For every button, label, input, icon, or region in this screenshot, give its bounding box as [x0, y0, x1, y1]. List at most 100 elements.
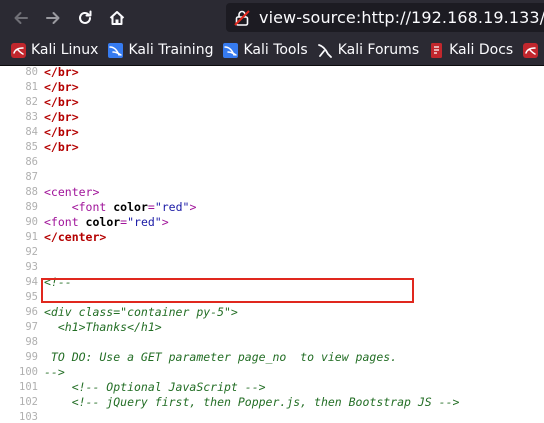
bookmark-kali-forums[interactable]: Kali Forums — [317, 42, 420, 58]
home-button[interactable] — [104, 5, 130, 31]
line-number: 94 — [25, 276, 38, 288]
line-number: 101 — [19, 381, 38, 393]
line-number: 98 — [25, 336, 38, 348]
code-token: </br> — [44, 140, 79, 154]
page-source-view[interactable]: 80 </br> 81 </br> 82 </br> 83 </br> 84 </br> 85 </b… — [0, 66, 544, 423]
forward-button[interactable] — [40, 5, 66, 31]
line-code: <font color="red"> — [44, 215, 169, 230]
line-code: <h1>Thanks</h1> — [44, 320, 162, 335]
bookmark-label: Kali Forums — [337, 42, 420, 58]
code-token: </br> — [44, 95, 79, 109]
line-number: 84 — [25, 126, 38, 138]
code-token: <h1>Thanks</h1> — [44, 320, 162, 334]
bookmark-kali-linux[interactable]: Kali Linux — [11, 42, 98, 58]
source-line: 85 </br> — [0, 140, 544, 155]
code-token: --> — [44, 365, 65, 379]
source-line: 98 — [0, 335, 544, 350]
line-code: <div class="container py-5"> — [44, 305, 238, 320]
line-number: 93 — [25, 261, 38, 273]
code-token: </br> — [44, 110, 79, 124]
source-line: 86 — [0, 155, 544, 170]
bookmark-label: Kali Linux — [31, 42, 99, 58]
code-token: <!-- jQuery first, then Popper.js, then … — [44, 395, 460, 409]
bookmark-kali-training[interactable]: Kali Training — [108, 42, 213, 58]
insecure-lock-icon — [234, 9, 250, 26]
source-line: 101 <!-- Optional JavaScript --> — [0, 380, 544, 395]
highlight-box — [41, 278, 414, 303]
reload-button[interactable] — [72, 5, 98, 31]
code-token: TO DO: Use a GET parameter page_no to vi… — [44, 350, 398, 364]
line-code: </br> — [44, 110, 79, 125]
source-line: 80 </br> — [0, 66, 544, 80]
source-line: 89 <font color="red"> — [0, 200, 544, 215]
source-line: 83 </br> — [0, 110, 544, 125]
line-code: </br> — [44, 80, 79, 95]
kali-training-icon — [108, 42, 124, 58]
code-token: "red" — [154, 200, 190, 214]
line-number: 102 — [19, 396, 38, 408]
reload-icon — [79, 10, 92, 24]
line-number: 97 — [25, 321, 38, 333]
source-line: 103 — [0, 410, 544, 423]
code-token: > — [189, 200, 197, 214]
code-token: <font — [71, 200, 114, 214]
kali-icon — [523, 42, 539, 58]
navigation-toolbar: view-source:http://192.168.19.133/ — [0, 0, 544, 35]
code-token: </br> — [44, 125, 79, 139]
line-number: 86 — [25, 156, 38, 168]
source-line: 99 TO DO: Use a GET parameter page_no to… — [0, 350, 544, 365]
bookmark-label: Kali Training — [128, 42, 214, 58]
address-bar[interactable]: view-source:http://192.168.19.133/ — [226, 3, 544, 32]
line-number: 91 — [25, 231, 38, 243]
source-line: 97 <h1>Thanks</h1> — [0, 320, 544, 335]
back-button[interactable] — [8, 5, 34, 31]
line-code: <font color="red"> — [44, 200, 197, 215]
back-arrow-icon — [14, 11, 28, 24]
source-line: 81 </br> — [0, 80, 544, 95]
source-line: 100 --> — [0, 365, 544, 380]
code-token: </br> — [44, 80, 79, 94]
code-token: "red" — [127, 215, 162, 229]
code-token: color — [113, 200, 148, 214]
source-line: 90 <font color="red"> — [0, 215, 544, 230]
bookmark-label: Kali Tools — [243, 42, 308, 58]
line-number: 103 — [19, 411, 38, 423]
line-number: 96 — [25, 306, 38, 318]
line-code: </br> — [44, 66, 79, 80]
line-code: <center> — [44, 185, 99, 200]
line-number: 99 — [25, 351, 38, 363]
source-line: 82 </br> — [0, 95, 544, 110]
line-code: </center> — [44, 230, 106, 245]
bookmark-kali-tools[interactable]: Kali Tools — [223, 42, 308, 58]
line-code: </br> — [44, 140, 79, 155]
line-number: 100 — [19, 366, 38, 378]
line-number: 89 — [25, 201, 38, 213]
code-token: <!-- Optional JavaScript --> — [44, 380, 266, 394]
line-number: 87 — [25, 171, 38, 183]
code-token: </br> — [44, 66, 79, 79]
line-number: 88 — [25, 186, 38, 198]
line-code: <!-- jQuery first, then Popper.js, then … — [44, 395, 460, 410]
line-number: 85 — [25, 141, 38, 153]
line-code: </br> — [44, 125, 79, 140]
bookmark-kali-docs[interactable]: Kali Docs — [429, 42, 513, 58]
bookmark-label: Kali Docs — [449, 42, 514, 58]
source-line: 102 <!-- jQuery first, then Popper.js, t… — [0, 395, 544, 410]
home-icon — [109, 10, 125, 25]
code-token: > — [161, 215, 169, 229]
line-code: <!-- Optional JavaScript --> — [44, 380, 266, 395]
bookmark-more[interactable]: N — [523, 42, 544, 58]
source-line: 84 </br> — [0, 125, 544, 140]
source-line: 92 — [0, 245, 544, 260]
source-line: 87 — [0, 170, 544, 185]
line-code: --> — [44, 365, 65, 380]
line-number: 90 — [25, 216, 38, 228]
code-token: = — [147, 200, 155, 214]
url-text: view-source:http://192.168.19.133/ — [259, 8, 544, 27]
code-token: color — [85, 215, 121, 229]
line-code: TO DO: Use a GET parameter page_no to vi… — [44, 350, 397, 365]
line-number: 81 — [25, 81, 38, 93]
bookmarks-bar: Kali Linux Kali Training Kali Tools Kali… — [0, 35, 544, 66]
code-token: <center> — [44, 185, 100, 199]
